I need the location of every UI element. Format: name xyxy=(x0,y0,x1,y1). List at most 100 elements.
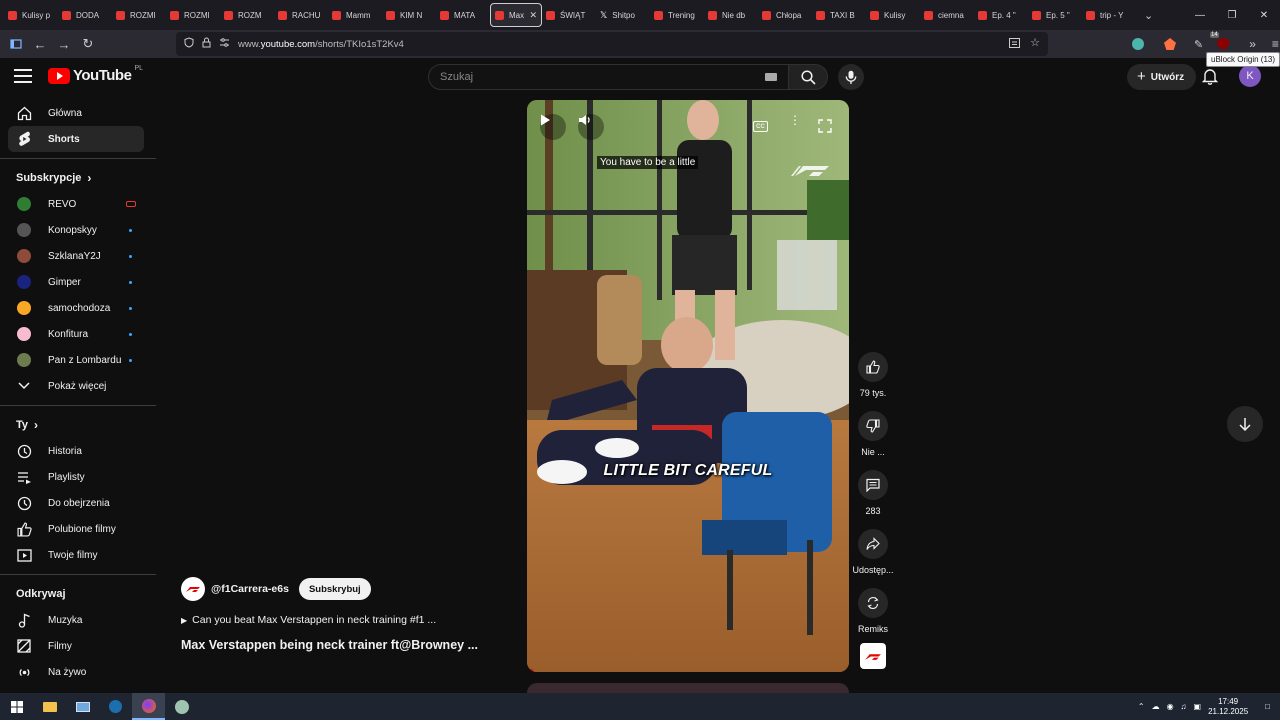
remix-button[interactable] xyxy=(858,588,888,618)
extensions-puzzle-icon[interactable]: ✎ xyxy=(1194,38,1203,51)
sound-thumbnail[interactable] xyxy=(860,643,886,669)
notifications-bell-icon[interactable] xyxy=(1200,66,1220,86)
tray-overflow-icon[interactable]: ⌃ xyxy=(1138,702,1145,711)
youtube-logo[interactable]: YouTube PL xyxy=(48,65,143,84)
browser-tab[interactable]: Nie db xyxy=(704,3,758,27)
subscribe-button[interactable]: Subskrybuj xyxy=(298,578,371,600)
sidebar-item-samochodoza[interactable]: samochodoza xyxy=(8,295,144,321)
reader-view-icon[interactable] xyxy=(1009,37,1021,51)
search-button[interactable] xyxy=(788,64,828,90)
browser-tab[interactable]: Ep. 4 " xyxy=(974,3,1028,27)
browser-tab[interactable]: Kulisy xyxy=(866,3,920,27)
bookmark-star-icon[interactable]: ☆ xyxy=(1030,37,1040,51)
sidebar-item-filmy[interactable]: Filmy xyxy=(8,633,144,659)
browser-tab[interactable]: Trening xyxy=(650,3,704,27)
remote-desktop-icon[interactable] xyxy=(66,693,99,720)
notifications-icon[interactable]: □ xyxy=(1265,702,1270,711)
permissions-icon[interactable] xyxy=(219,38,230,50)
display-icon[interactable]: ▣ xyxy=(1194,702,1202,711)
sidebar-item-shorts[interactable]: Shorts xyxy=(8,126,144,152)
more-options-icon[interactable]: ⋮ xyxy=(789,114,801,126)
overflow-chevrons-icon[interactable]: » xyxy=(1249,37,1256,51)
browser-tab[interactable]: TAXI B xyxy=(812,3,866,27)
sidebar-item-playlisty[interactable]: Playlisty xyxy=(8,464,144,490)
close-tab-icon[interactable]: ✕ xyxy=(529,10,537,21)
browser-tab[interactable]: KIM N xyxy=(382,3,436,27)
short-title[interactable]: Max Verstappen being neck trainer ft@Bro… xyxy=(181,638,511,652)
network-icon[interactable]: ◉ xyxy=(1167,702,1174,711)
sidebar-item-historia[interactable]: Historia xyxy=(8,438,144,464)
shield-icon[interactable] xyxy=(184,37,194,51)
sidebar-item-konopskyy[interactable]: Konopskyy xyxy=(8,217,144,243)
show-more-button[interactable]: Pokaż więcej xyxy=(8,373,144,399)
sidebar-item-twoje-filmy[interactable]: Twoje filmy xyxy=(8,542,144,568)
file-explorer-icon[interactable] xyxy=(33,693,66,720)
short-video-player[interactable]: CC ⋮ You have to be a little LITTLE BIT … xyxy=(527,100,849,672)
browser-tab[interactable]: trip - Y xyxy=(1082,3,1136,27)
sidebar-item-szklanay2j[interactable]: SzklanaY2J xyxy=(8,243,144,269)
keyboard-icon[interactable] xyxy=(765,73,777,81)
sidebar-toggle-icon[interactable] xyxy=(4,32,28,56)
restore-icon[interactable]: ❐ xyxy=(1216,0,1248,30)
minimize-icon[interactable]: — xyxy=(1184,0,1216,30)
start-button[interactable] xyxy=(0,693,33,720)
guide-menu-icon[interactable] xyxy=(14,66,34,86)
app-menu-icon[interactable]: ≡ xyxy=(1272,37,1279,51)
playback-progress-bar[interactable] xyxy=(527,669,534,672)
create-button[interactable]: + Utwórz xyxy=(1127,64,1197,90)
channel-avatar[interactable] xyxy=(181,577,205,601)
app-icon[interactable] xyxy=(165,693,198,720)
sidebar-item-do-obejrzenia[interactable]: Do obejrzenia xyxy=(8,490,144,516)
account-avatar[interactable]: K xyxy=(1239,65,1261,87)
comments-button[interactable] xyxy=(858,470,888,500)
sidebar-item-muzyka[interactable]: Muzyka xyxy=(8,607,144,633)
browser-tab[interactable]: ROZMI xyxy=(112,3,166,27)
browser-tab[interactable]: Ep. 5 " xyxy=(1028,3,1082,27)
browser-tab[interactable]: 𝕏 Shitpo xyxy=(596,3,650,27)
fox-extension-icon[interactable] xyxy=(1164,38,1176,50)
clock[interactable]: 17:49 21.12.2025 xyxy=(1208,697,1248,717)
search-input[interactable]: Szukaj xyxy=(428,64,790,90)
play-button[interactable] xyxy=(540,114,566,140)
browser-tab[interactable]: Chłopa xyxy=(758,3,812,27)
sidebar-item-polubione-filmy[interactable]: Polubione filmy xyxy=(8,516,144,542)
browser-tab[interactable]: Max ✕ xyxy=(490,3,542,27)
browser-tab[interactable]: Kulisy p xyxy=(4,3,58,27)
voice-search-button[interactable] xyxy=(838,64,864,90)
close-window-icon[interactable]: ✕ xyxy=(1248,0,1280,30)
channel-name[interactable]: @f1Carrera-e6s xyxy=(211,583,289,595)
firefox-icon[interactable] xyxy=(132,693,165,720)
like-button[interactable] xyxy=(858,352,888,382)
dislike-button[interactable] xyxy=(858,411,888,441)
sidebar-item-na-żywo[interactable]: Na żywo xyxy=(8,659,144,685)
captions-icon[interactable]: CC xyxy=(753,121,768,132)
browser-tab[interactable]: Mamm xyxy=(328,3,382,27)
vpn-extension-icon[interactable] xyxy=(1132,38,1144,50)
lock-icon[interactable] xyxy=(202,37,211,51)
browser-tab[interactable]: ŚWIĄT xyxy=(542,3,596,27)
list-all-tabs-icon[interactable]: ⌄ xyxy=(1144,9,1153,22)
onedrive-icon[interactable]: ☁ xyxy=(1152,702,1160,711)
ublock-origin-icon[interactable] xyxy=(1217,37,1230,51)
sidebar-item-revo[interactable]: REVO xyxy=(8,191,144,217)
volume-tray-icon[interactable]: ♫ xyxy=(1181,702,1187,711)
sidebar-item-główna[interactable]: Główna xyxy=(8,100,144,126)
next-short-button[interactable] xyxy=(1227,406,1263,442)
steam-icon[interactable] xyxy=(99,693,132,720)
reload-icon[interactable]: ↻ xyxy=(76,32,100,56)
back-icon[interactable]: ← xyxy=(28,32,52,56)
sidebar-item-gimper[interactable]: Gimper xyxy=(8,269,144,295)
forward-icon[interactable]: → xyxy=(52,32,76,56)
browser-tab[interactable]: ROZMI xyxy=(166,3,220,27)
sound-link[interactable]: ▶ Can you beat Max Verstappen in neck tr… xyxy=(181,614,511,626)
you-header[interactable]: Ty › xyxy=(16,412,156,438)
mute-button[interactable] xyxy=(578,114,604,140)
browser-tab[interactable]: DODA xyxy=(58,3,112,27)
subscriptions-header[interactable]: Subskrypcje › xyxy=(16,165,156,191)
sidebar-item-konfitura[interactable]: Konfitura xyxy=(8,321,144,347)
browser-tab[interactable]: ciemna xyxy=(920,3,974,27)
browser-tab[interactable]: RACHU xyxy=(274,3,328,27)
url-bar[interactable]: www.youtube.com/shorts/TKIo1sT2Kv4 ☆ xyxy=(176,32,1048,56)
browser-tab[interactable]: MATA xyxy=(436,3,490,27)
url-text[interactable]: www.youtube.com/shorts/TKIo1sT2Kv4 xyxy=(238,39,404,50)
